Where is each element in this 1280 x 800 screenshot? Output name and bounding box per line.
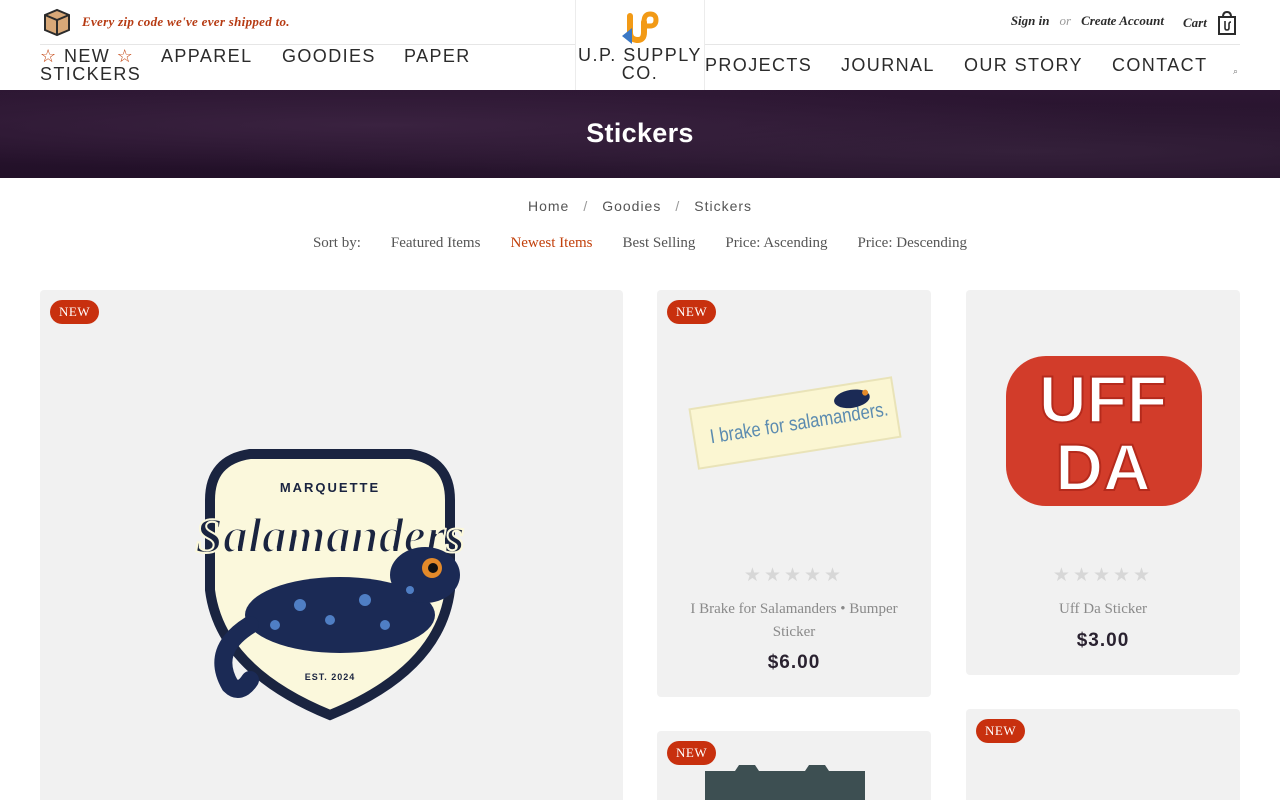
product-name[interactable]: Uff Da Sticker: [986, 598, 1220, 621]
shopping-bag-icon: [1217, 10, 1236, 35]
breadcrumb: Home / Goodies / Stickers: [0, 198, 1280, 214]
sort-best-selling[interactable]: Best Selling: [623, 235, 696, 252]
nav-projects[interactable]: PROJECTS: [705, 56, 812, 74]
or-text: or: [1059, 13, 1072, 28]
nav-goodies[interactable]: GOODIES: [282, 47, 376, 65]
uff-da-line: UFF: [1039, 362, 1167, 436]
breadcrumb-goodies[interactable]: Goodies: [602, 198, 661, 214]
nav-apparel[interactable]: APPAREL: [161, 47, 253, 65]
search-icon[interactable]: ⌕: [1233, 66, 1238, 77]
page-title: Stickers: [586, 118, 694, 148]
sort-price-descending[interactable]: Price: Descending: [858, 235, 968, 252]
sort-bar: Sort by: Featured Items Newest Items Bes…: [0, 235, 1280, 252]
sticker-est-text: EST. 2024: [305, 672, 356, 682]
sort-label: Sort by:: [312, 235, 361, 251]
nav-contact[interactable]: CONTACT: [1112, 56, 1207, 74]
new-badge: NEW: [667, 741, 717, 765]
nav-journal[interactable]: JOURNAL: [841, 56, 935, 74]
new-badge: NEW: [667, 300, 717, 324]
breadcrumb-separator: /: [675, 198, 681, 214]
sort-newest[interactable]: Newest Items: [510, 235, 592, 252]
product-card-brake-salamanders[interactable]: NEW I brake for salamanders. ★★★★★ I Bra…: [657, 290, 931, 697]
shipping-box-icon: [44, 8, 70, 37]
star-icon: ☆: [116, 46, 135, 66]
uff-da-sticker-image: UFF DA: [1006, 356, 1202, 506]
nav-new-stickers[interactable]: ☆ NEW ☆ STICKERS: [40, 47, 150, 83]
header-divider: [40, 44, 576, 45]
breadcrumb-separator: /: [583, 198, 589, 214]
sign-in-link[interactable]: Sign in: [1011, 13, 1050, 29]
breadcrumb-home[interactable]: Home: [528, 198, 569, 214]
product-name[interactable]: I Brake for Salamanders • Bumper Sticker: [677, 598, 911, 644]
promo-banner[interactable]: Every zip code we've ever shipped to.: [42, 6, 290, 38]
product-card-salamanders[interactable]: NEW MARQUETTE Salamanders EST. 2024: [40, 290, 623, 800]
sort-featured[interactable]: Featured Items: [391, 235, 481, 252]
product-price: $3.00: [1076, 630, 1130, 651]
product-card[interactable]: NEW: [966, 709, 1240, 800]
header-divider: [705, 44, 1240, 45]
product-card-uff-da[interactable]: UFF DA ★★★★★ Uff Da Sticker $3.00: [966, 290, 1240, 675]
product-price: $6.00: [767, 652, 821, 673]
nav-paper[interactable]: PAPER: [404, 47, 471, 65]
cart-button[interactable]: Cart: [1183, 10, 1237, 36]
logo-text[interactable]: U.P. SUPPLY CO.: [575, 46, 705, 82]
uff-da-line: DA: [1055, 430, 1150, 504]
cart-label: Cart: [1183, 15, 1207, 30]
site-header: Every zip code we've ever shipped to. U.…: [0, 0, 1280, 90]
up-logo-icon: [622, 11, 659, 44]
product-image: [705, 765, 865, 800]
new-badge: NEW: [976, 719, 1026, 743]
salamanders-sticker-image: MARQUETTE Salamanders EST. 2024: [194, 449, 466, 721]
star-rating: ★★★★★: [1052, 565, 1154, 586]
sort-price-ascending[interactable]: Price: Ascending: [725, 235, 827, 252]
star-icon: ☆: [40, 46, 58, 66]
sticker-top-text: MARQUETTE: [280, 480, 380, 495]
product-card[interactable]: NEW: [657, 731, 931, 800]
nav-our-story[interactable]: OUR STORY: [964, 56, 1083, 74]
create-account-link[interactable]: Create Account: [1081, 13, 1164, 29]
promo-text: Every zip code we've ever shipped to.: [82, 14, 290, 29]
nav-label: STICKERS: [40, 64, 142, 84]
star-rating: ★★★★★: [743, 565, 845, 586]
bumper-sticker-image: I brake for salamanders.: [688, 376, 902, 470]
new-badge: NEW: [50, 300, 100, 324]
account-links: Sign in or Create Account: [1011, 13, 1164, 29]
nav-label: NEW: [63, 46, 111, 66]
breadcrumb-current: Stickers: [694, 198, 753, 214]
